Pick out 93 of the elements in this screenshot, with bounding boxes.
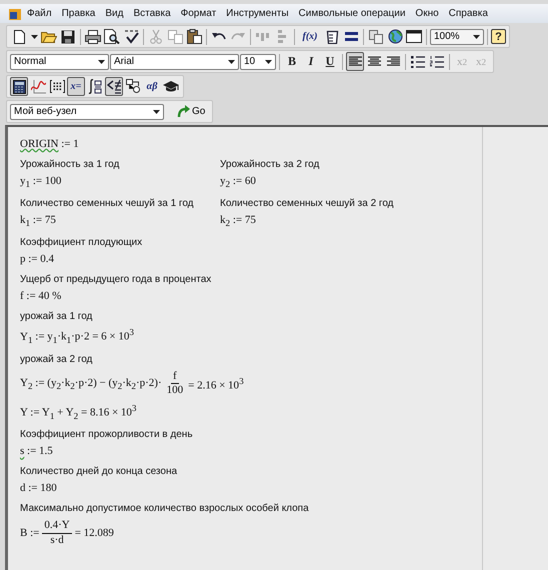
bars-icon — [278, 30, 286, 44]
text-label: Урожайность за 2 год — [220, 159, 320, 170]
menu-item[interactable]: Инструменты — [221, 8, 294, 19]
folder-icon — [41, 30, 57, 43]
bold-button[interactable]: B — [283, 52, 301, 71]
flowchart-icon — [126, 79, 140, 94]
print-preview-button[interactable] — [103, 27, 121, 46]
palette-button[interactable]: αβ — [143, 77, 161, 96]
numbered-list-icon — [430, 56, 444, 68]
style-dropdown[interactable]: Normal — [10, 54, 109, 70]
redo-arrow-icon — [231, 32, 245, 42]
caret-icon — [98, 60, 105, 64]
matrix-icon — [50, 80, 64, 93]
check-mark-icon — [124, 29, 138, 44]
math-expression: f := 40 % — [20, 290, 62, 302]
italic-button[interactable]: I — [302, 52, 320, 71]
math-expression: s := 1.5 — [20, 445, 53, 458]
menu-item[interactable]: Окно — [410, 8, 444, 19]
menu-item[interactable]: Вставка — [128, 8, 176, 19]
text-label: Максимально допустимое количество взрослых особей клопа — [20, 503, 309, 514]
caret-icon — [473, 34, 480, 38]
insert-function-button[interactable]: f(x) — [298, 27, 322, 46]
comparison-icon — [106, 79, 122, 94]
palette-button[interactable]: x= — [67, 77, 85, 96]
menu-item[interactable]: Символьные операции — [294, 8, 410, 19]
text-lines-icon — [368, 56, 380, 67]
print-button[interactable] — [84, 27, 102, 46]
app-icon — [8, 6, 22, 20]
text-label: Коэффициент плодующих — [20, 237, 142, 248]
calculator-icon — [12, 80, 26, 94]
curved-arrow-icon — [177, 105, 190, 118]
math-expression: ORIGIN := 1 — [20, 138, 79, 150]
page-magnifier-icon — [104, 29, 120, 44]
align-left-button[interactable] — [346, 52, 364, 71]
caret-icon — [153, 110, 160, 114]
text-label: Количество семенных чешуй за 2 год — [220, 198, 394, 210]
text-label: урожай за 2 год — [20, 354, 92, 366]
pages-icon — [369, 30, 383, 44]
menu-item[interactable]: Файл — [22, 8, 57, 19]
palette-button[interactable] — [105, 77, 123, 96]
window-icon — [406, 30, 422, 43]
math-expression: p := 0.4 — [20, 253, 54, 266]
graph-icon — [30, 80, 46, 94]
bars-icon — [256, 32, 270, 40]
text-label: Коэффициент прожорливости в день — [20, 429, 193, 440]
undo-arrow-icon — [212, 32, 226, 42]
palette-button[interactable] — [86, 77, 104, 96]
printer-icon — [85, 30, 101, 44]
text-label: Урожайность за 1 год — [20, 159, 120, 170]
palette-button[interactable] — [10, 77, 28, 96]
resource-center-button[interactable] — [386, 27, 404, 46]
equals-icon — [344, 32, 358, 41]
font-size-dropdown[interactable]: 10 — [240, 54, 276, 70]
component-button[interactable] — [367, 27, 385, 46]
font-dropdown[interactable]: Arial — [110, 54, 239, 70]
go-button[interactable]: Go — [173, 102, 210, 120]
menu-item[interactable]: Формат — [176, 8, 222, 19]
menu-item[interactable]: Правка — [56, 8, 100, 19]
clipboard-icon — [186, 29, 202, 44]
measuring-cup-icon — [326, 30, 338, 44]
caret-icon — [265, 60, 272, 64]
graduation-cap-icon — [163, 80, 179, 93]
math-expression: y$_{2}$ := 60 — [220, 175, 256, 190]
text-label: урожай за 1 год — [20, 311, 92, 322]
caret-icon — [228, 60, 235, 64]
bullet-list-icon — [411, 56, 425, 68]
caret-icon — [30, 34, 38, 38]
page-icon — [14, 30, 24, 44]
text-label: Количество дней до конца сезона — [20, 466, 178, 478]
globe-icon — [388, 29, 402, 44]
palette-button[interactable] — [124, 77, 142, 96]
text-lines-icon — [348, 56, 362, 67]
paste-button[interactable] — [185, 27, 203, 46]
math-expression: k$_{1}$ := 75 — [20, 214, 56, 228]
math-expression: Y := Y$_{1}$ + Y$_{2}$ = 8.16 × 10$^{3}$ — [20, 402, 136, 420]
menu-item[interactable]: Вид — [100, 8, 128, 19]
address-dropdown[interactable]: Мой веб-узел — [10, 104, 164, 120]
math-expression: y$_{1}$ := 100 — [20, 175, 62, 190]
pages-icon — [168, 30, 182, 44]
integral-icon — [88, 79, 102, 94]
math-expression: k$_{2}$ := 75 — [220, 214, 256, 228]
palette-button[interactable] — [48, 77, 66, 96]
text-label: Ущерб от предыдущего года в процентах — [20, 274, 212, 286]
math-expression: Y$_{1}$ := y$_{1}$·k$_{1}$·p·2 = 6 × 10$^{3}$ — [20, 327, 134, 346]
math-expression: d := 180 — [20, 482, 57, 494]
text-label: Количество семенных чешуй за 1 год — [20, 198, 194, 210]
underline-button[interactable]: U — [321, 52, 339, 71]
scissors-icon — [150, 29, 162, 44]
menu-item[interactable]: Справка — [444, 8, 493, 19]
zoom-dropdown[interactable]: 100% — [430, 28, 484, 44]
text-lines-icon — [386, 56, 400, 67]
window-button[interactable] — [405, 27, 423, 46]
help-button[interactable]: ? — [491, 29, 506, 44]
